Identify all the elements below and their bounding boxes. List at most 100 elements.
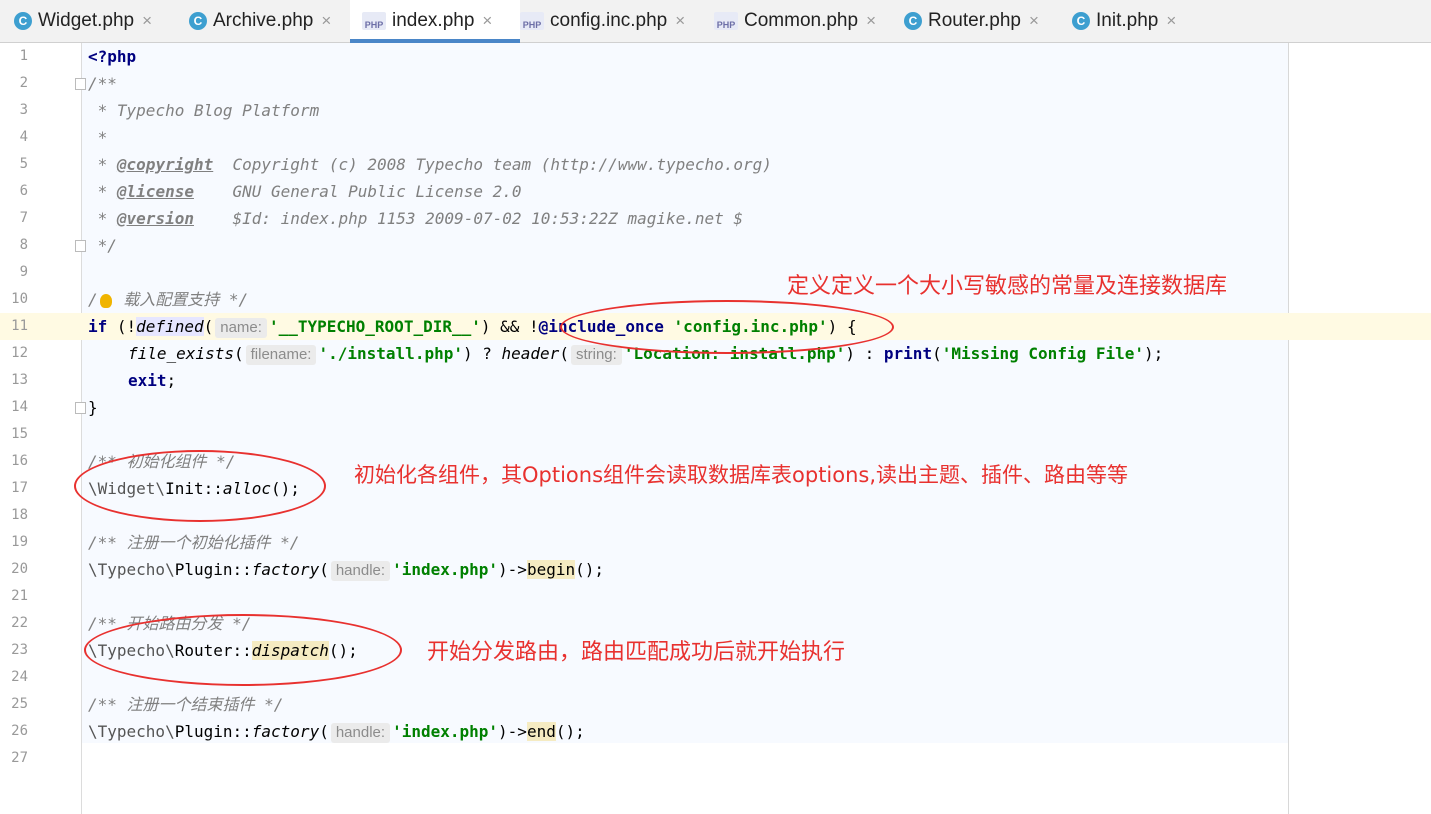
code-line[interactable]: 3 * Typecho Blog Platform <box>0 97 1431 124</box>
tab-label: Router.php <box>928 10 1021 31</box>
string-literal: 'index.php' <box>392 560 499 579</box>
code-punct: )-> <box>498 560 527 579</box>
doc-text: GNU General Public License 2.0 <box>193 182 522 201</box>
close-icon[interactable]: × <box>675 11 685 31</box>
annotation-circle-dispatch <box>84 614 402 686</box>
tab-router-php[interactable]: C Router.php × <box>890 0 1074 42</box>
code-punct: )-> <box>498 722 527 741</box>
doc-prefix: * <box>88 209 117 228</box>
code-punct: ( <box>559 344 569 363</box>
line-number: 10 <box>11 291 28 307</box>
code-punct: ) && ! <box>480 317 539 336</box>
code-line[interactable]: 4 * <box>0 124 1431 151</box>
method-name: factory <box>251 722 320 741</box>
string-literal: './install.php' <box>318 344 463 363</box>
line-number: 11 <box>11 318 28 334</box>
line-number: 23 <box>11 642 28 658</box>
function-name: header <box>501 344 560 363</box>
code-line[interactable]: 7 * @version $Id: index.php 1153 2009-07… <box>0 205 1431 232</box>
class-file-icon: C <box>904 12 922 30</box>
close-icon[interactable]: × <box>321 11 331 31</box>
line-number: 13 <box>11 372 28 388</box>
line-number: 5 <box>19 156 28 172</box>
code-text: } <box>88 398 98 417</box>
code-line[interactable]: 2 /** <box>0 70 1431 97</box>
code-line[interactable]: 5 * @copyright Copyright (c) 2008 Typech… <box>0 151 1431 178</box>
keyword: if <box>88 317 108 336</box>
code-line[interactable]: 21 <box>0 583 1431 610</box>
line-number: 25 <box>11 696 28 712</box>
code-punct: ); <box>1144 344 1164 363</box>
fold-icon[interactable] <box>75 402 86 414</box>
line-number: 18 <box>11 507 28 523</box>
code-line[interactable]: 27 <box>0 745 1431 772</box>
line-number: 7 <box>19 210 28 226</box>
class-name: Plugin:: <box>174 722 252 741</box>
line-number: 8 <box>19 237 28 253</box>
doc-tag: @copyright <box>116 155 214 174</box>
code-line[interactable]: 13 exit; <box>0 367 1431 394</box>
code-text: /** <box>88 74 117 93</box>
code-line[interactable]: 1 <?php <box>0 43 1431 70</box>
line-number: 16 <box>11 453 28 469</box>
close-icon[interactable]: × <box>1029 11 1039 31</box>
code-line[interactable]: 6 * @license GNU General Public License … <box>0 178 1431 205</box>
param-hint: handle: <box>330 561 391 581</box>
line-number: 3 <box>19 102 28 118</box>
namespace: \Typecho\ <box>88 722 175 741</box>
doc-tag: @version <box>116 209 194 228</box>
line-number: 26 <box>11 723 28 739</box>
line-number: 20 <box>11 561 28 577</box>
code-line[interactable]: 15 <box>0 421 1431 448</box>
code-text: * @copyright Copyright (c) 2008 Typecho … <box>88 151 772 178</box>
close-icon[interactable]: × <box>1166 11 1176 31</box>
code-text: * @license GNU General Public License 2.… <box>88 178 522 205</box>
tab-widget-php[interactable]: C Widget.php × <box>0 0 189 42</box>
line-number: 15 <box>11 426 28 442</box>
code-punct: (! <box>107 317 137 336</box>
code-line[interactable]: 25 /** 注册一个结束插件 */ <box>0 691 1431 718</box>
param-hint: handle: <box>330 723 391 743</box>
param-hint: name: <box>215 318 267 338</box>
string-literal: 'index.php' <box>392 722 499 741</box>
tab-common-php[interactable]: PHP Common.php × <box>702 0 902 42</box>
tab-init-php[interactable]: C Init.php × <box>1060 0 1212 42</box>
annotation-circle-init <box>74 450 326 522</box>
doc-text: Copyright (c) 2008 Typecho team (http://… <box>213 155 772 174</box>
close-icon[interactable]: × <box>866 11 876 31</box>
tab-config-inc-php[interactable]: PHP config.inc.php × <box>508 0 714 42</box>
code-punct: ; <box>166 371 177 390</box>
tab-label: Init.php <box>1096 10 1159 31</box>
code-line[interactable]: 19 /** 注册一个初始化插件 */ <box>0 529 1431 556</box>
line-number: 4 <box>19 129 28 145</box>
tab-index-php[interactable]: PHP index.php × <box>350 0 520 43</box>
string-literal: 'Missing Config File' <box>941 344 1145 363</box>
code-text: */ <box>88 236 117 255</box>
code-line[interactable]: 8 */ <box>0 232 1431 259</box>
annotation-note-config: 定义定义一个大小写敏感的常量及连接数据库 <box>787 274 1228 299</box>
lightbulb-icon[interactable] <box>99 293 112 308</box>
php-file-icon: PHP <box>362 12 386 30</box>
fold-icon[interactable] <box>75 78 86 90</box>
close-icon[interactable]: × <box>142 11 152 31</box>
code-line[interactable]: 14} <box>0 394 1431 421</box>
doc-prefix: * <box>88 182 117 201</box>
comment-text: 载入配置支持 */ <box>113 290 249 309</box>
close-icon[interactable]: × <box>482 11 492 31</box>
code-punct: (); <box>555 722 585 741</box>
param-hint: filename: <box>245 345 317 365</box>
doc-prefix: * <box>88 101 117 120</box>
line-number: 27 <box>11 750 28 766</box>
annotation-note-init: 初始化各组件，其Options组件会读取数据库表options,读出主题、插件、… <box>354 463 1129 487</box>
comment-start: / <box>88 290 98 309</box>
code-text: \Typecho\Plugin::factory(handle:'index.p… <box>88 556 604 583</box>
line-number: 17 <box>11 480 28 496</box>
code-text: * @version $Id: index.php 1153 2009-07-0… <box>88 205 743 232</box>
code-line[interactable]: 26 \Typecho\Plugin::factory(handle:'index… <box>0 718 1431 745</box>
fold-icon[interactable] <box>75 240 86 252</box>
code-text: \Typecho\Plugin::factory(handle:'index.p… <box>88 718 585 745</box>
code-line[interactable]: 20 \Typecho\Plugin::factory(handle:'index… <box>0 556 1431 583</box>
string-literal: '__TYPECHO_ROOT_DIR__' <box>268 317 481 336</box>
tab-archive-php[interactable]: C Archive.php × <box>175 0 364 42</box>
code-text: /** 注册一个结束插件 */ <box>88 695 284 714</box>
